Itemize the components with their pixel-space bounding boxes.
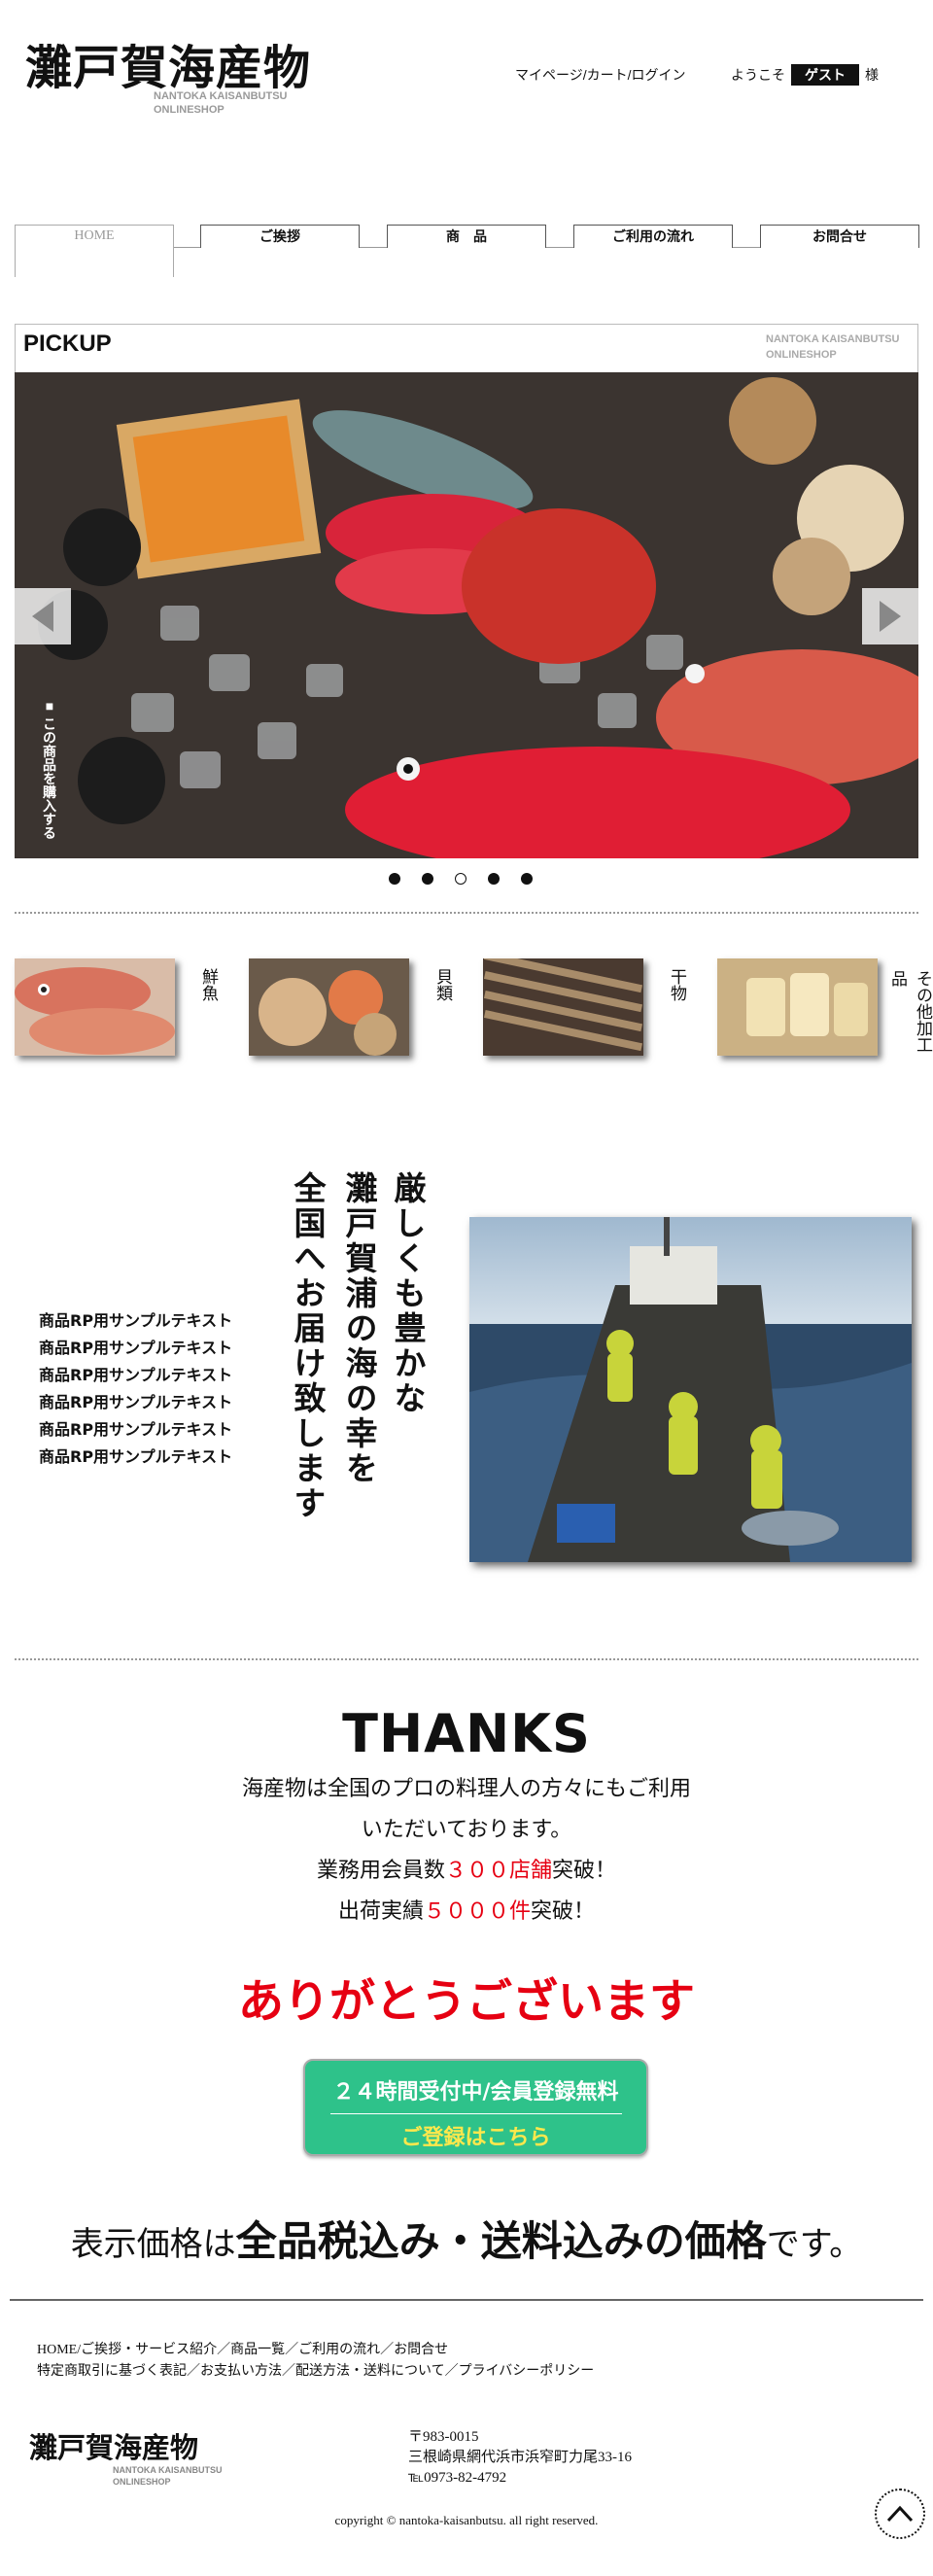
dried-fish-image [483, 958, 643, 1056]
members-suffix: 突破！ [552, 1859, 617, 1883]
slider-dots [389, 873, 533, 885]
welcome-suffix: 様 [865, 67, 879, 83]
thank-you-heading: ありがとうございます [238, 1975, 695, 2029]
chevron-right-icon [880, 601, 901, 632]
back-to-top-button[interactable] [875, 2489, 925, 2539]
price-note-post: です。 [766, 2225, 863, 2264]
shipments-suffix: 突破！ [531, 1899, 596, 1924]
pickup-en-line2: ONLINESHOP [766, 349, 837, 361]
feature-heading-2: 灘戸賀浦の海の幸を [340, 1171, 378, 1486]
thanks-line: 出荷実績５０００件突破！ [0, 1892, 933, 1932]
site-logo-subtitle: NANTOKA KAISANBUTSU ONLINESHOP [154, 89, 288, 117]
price-note-pre: 表示価格は [70, 2225, 236, 2264]
welcome-message: ようこそ ゲスト 様 [731, 64, 879, 86]
members-count: ３００店舗 [444, 1859, 552, 1883]
tab-products[interactable]: 商 品 [387, 225, 546, 248]
footer-links-row[interactable]: HOME/ご挨拶・サービス紹介／商品一覧／ご利用の流れ／お問合せ [37, 2340, 594, 2361]
feature-heading-3: 全国へお届け致します [289, 1171, 327, 1521]
footer-links: HOME/ご挨拶・サービス紹介／商品一覧／ご利用の流れ／お問合せ 特定商取引に基… [37, 2340, 594, 2383]
processed-food-image [717, 958, 878, 1056]
slider-dot[interactable] [488, 873, 500, 885]
pickup-subtitle: NANTOKA KAISANBUTSU ONLINESHOP [766, 331, 900, 363]
pickup-slider[interactable]: ■ この商品を購入する [15, 372, 918, 858]
pickup-en-line1: NANTOKA KAISANBUTSU [766, 333, 900, 345]
copyright: copyright © nantoka-kaisanbutsu. all rig… [334, 2513, 599, 2527]
category-label: 鮮魚 [198, 968, 218, 1001]
register-button-divider [329, 2113, 622, 2114]
footer-logo-en-line1: NANTOKA KAISANBUTSU [113, 2465, 223, 2475]
fishing-boat-photo [469, 1217, 912, 1562]
site-logo[interactable]: 灘戸賀海産物 [25, 29, 311, 97]
list-item: 商品RP用サンプルテキスト [39, 1447, 233, 1466]
footer-divider [10, 2299, 923, 2301]
category-label: 貝類 [432, 968, 452, 1001]
list-item: 商品RP用サンプルテキスト [39, 1420, 233, 1439]
logo-en-line1: NANTOKA KAISANBUTSU [154, 90, 288, 102]
account-links[interactable]: マイページ/カート/ログイン [515, 65, 686, 85]
slider-dot[interactable] [521, 873, 533, 885]
footer-address: 〒983-0015 三根崎県網代浜市浜窄町力尾33-16 ℡0973-82-47… [408, 2427, 632, 2489]
price-note: 表示価格は全品税込み・送料込みの価格です。 [0, 2209, 933, 2268]
list-item: 商品RP用サンプルテキスト [39, 1393, 233, 1411]
logo-en-line2: ONLINESHOP [154, 104, 225, 116]
phone-number: ℡0973-82-4792 [408, 2470, 507, 2486]
tab-contact[interactable]: お問合せ [760, 225, 919, 248]
dotted-divider [15, 912, 918, 914]
category-label: その他加工品 [887, 970, 932, 1053]
thanks-line: 業務用会員数３００店舗突破！ [0, 1851, 933, 1892]
chevron-up-icon [886, 2505, 914, 2523]
register-button-line1: ２４時間受付中/会員登録無料 [332, 2080, 619, 2105]
chevron-left-icon [32, 601, 53, 632]
thanks-heading: THANKS [342, 1703, 591, 1764]
welcome-prefix: ようこそ [731, 67, 785, 83]
list-item: 商品RP用サンプルテキスト [39, 1366, 233, 1384]
footer-logo-subtitle: NANTOKA KAISANBUTSU ONLINESHOP [113, 2464, 223, 2488]
street-address: 三根崎県網代浜市浜窄町力尾33-16 [408, 2450, 632, 2465]
price-note-bold: 全品税込み・送料込みの価格 [235, 2217, 767, 2265]
tab-home[interactable]: HOME [15, 225, 174, 277]
slider-next-button[interactable] [862, 588, 918, 644]
shipments-count: ５０００件 [423, 1899, 531, 1924]
tab-flow[interactable]: ご利用の流れ [573, 225, 733, 248]
guest-badge: ゲスト [791, 64, 859, 86]
footer-logo[interactable]: 灘戸賀海産物 [29, 2425, 198, 2466]
feature-heading-1: 厳しくも豊かな [389, 1171, 427, 1416]
register-button[interactable]: ２４時間受付中/会員登録無料 ご登録はこちら [303, 2059, 648, 2156]
tab-greeting[interactable]: ご挨拶 [200, 225, 360, 248]
list-item: 商品RP用サンプルテキスト [39, 1311, 233, 1330]
slider-dot[interactable] [422, 873, 433, 885]
dotted-divider [15, 1658, 918, 1660]
fishing-boat-image [469, 1217, 912, 1562]
seafood-photo [15, 372, 918, 858]
shipments-label: 出荷実績 [337, 1899, 424, 1924]
buy-product-link[interactable]: ■ この商品を購入する [36, 698, 59, 844]
register-button-line2: ご登録はこちら [400, 2126, 551, 2150]
members-label: 業務用会員数 [316, 1859, 445, 1883]
sample-text-list: 商品RP用サンプルテキスト 商品RP用サンプルテキスト 商品RP用サンプルテキス… [39, 1307, 232, 1471]
thanks-line: 海産物は全国のプロの料理人の方々にもご利用 [241, 1777, 691, 1801]
list-item: 商品RP用サンプルテキスト [39, 1339, 233, 1357]
postal-code: 〒983-0015 [408, 2429, 479, 2445]
category-label: 干物 [667, 968, 686, 1001]
fresh-fish-image [15, 958, 175, 1056]
footer-links-row[interactable]: 特定商取引に基づく表記／お支払い方法／配送方法・送料について／プライバシーポリシ… [37, 2361, 594, 2383]
pickup-title: PICKUP [23, 331, 112, 357]
slider-dot-active[interactable] [455, 873, 466, 885]
global-nav: HOME ご挨拶 商 品 ご利用の流れ お問合せ [15, 222, 919, 280]
footer-logo-en-line2: ONLINESHOP [113, 2477, 171, 2487]
slider-prev-button[interactable] [15, 588, 71, 644]
slider-dot[interactable] [389, 873, 400, 885]
shellfish-image [249, 958, 409, 1056]
thanks-line: いただいております。 [361, 1818, 572, 1842]
thanks-message: 海産物は全国のプロの料理人の方々にもご利用 いただいております。 業務用会員数３… [0, 1769, 933, 1932]
